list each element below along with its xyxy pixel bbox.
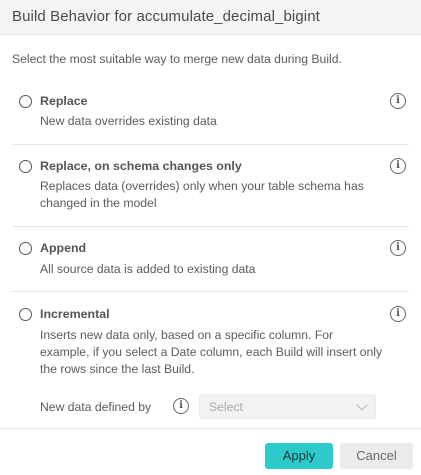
- divider: [12, 144, 409, 145]
- radio-replace-schema-changes[interactable]: [19, 160, 32, 173]
- chevron-down-icon: [356, 399, 368, 411]
- option-replace-schema-changes-description: Replaces data (overrides) only when your…: [40, 179, 364, 210]
- option-replace-schema-changes-title: Replace, on schema changes only: [40, 159, 242, 173]
- radio-append[interactable]: [19, 242, 32, 255]
- info-icon[interactable]: i: [173, 398, 189, 414]
- info-icon[interactable]: i: [390, 93, 406, 109]
- select-value: Select: [209, 400, 243, 414]
- build-behavior-dialog: Build Behavior for accumulate_decimal_bi…: [0, 0, 421, 475]
- radio-replace[interactable]: [19, 95, 32, 108]
- option-append-title: Append: [40, 241, 87, 255]
- option-replace-description: New data overrides existing data: [40, 114, 217, 128]
- cancel-button[interactable]: Cancel: [340, 443, 413, 469]
- dialog-title: Build Behavior for accumulate_decimal_bi…: [12, 8, 320, 25]
- divider: [12, 226, 409, 227]
- new-data-defined-by-label: New data defined by: [40, 400, 152, 414]
- option-replace-title: Replace: [40, 94, 88, 108]
- new-data-column-select[interactable]: Select: [199, 394, 376, 419]
- dialog-intro-text: Select the most suitable way to merge ne…: [12, 52, 342, 66]
- info-icon[interactable]: i: [390, 240, 406, 256]
- divider: [12, 291, 409, 292]
- apply-button[interactable]: Apply: [265, 443, 333, 469]
- option-append-description: All source data is added to existing dat…: [40, 262, 256, 276]
- dialog-header: Build Behavior for accumulate_decimal_bi…: [0, 0, 421, 35]
- option-incremental-description: Inserts new data only, based on a specif…: [40, 328, 383, 376]
- info-icon[interactable]: i: [390, 158, 406, 174]
- radio-incremental[interactable]: [19, 308, 32, 321]
- footer-divider: [0, 428, 421, 429]
- info-icon[interactable]: i: [390, 306, 406, 322]
- option-incremental-title: Incremental: [40, 307, 110, 321]
